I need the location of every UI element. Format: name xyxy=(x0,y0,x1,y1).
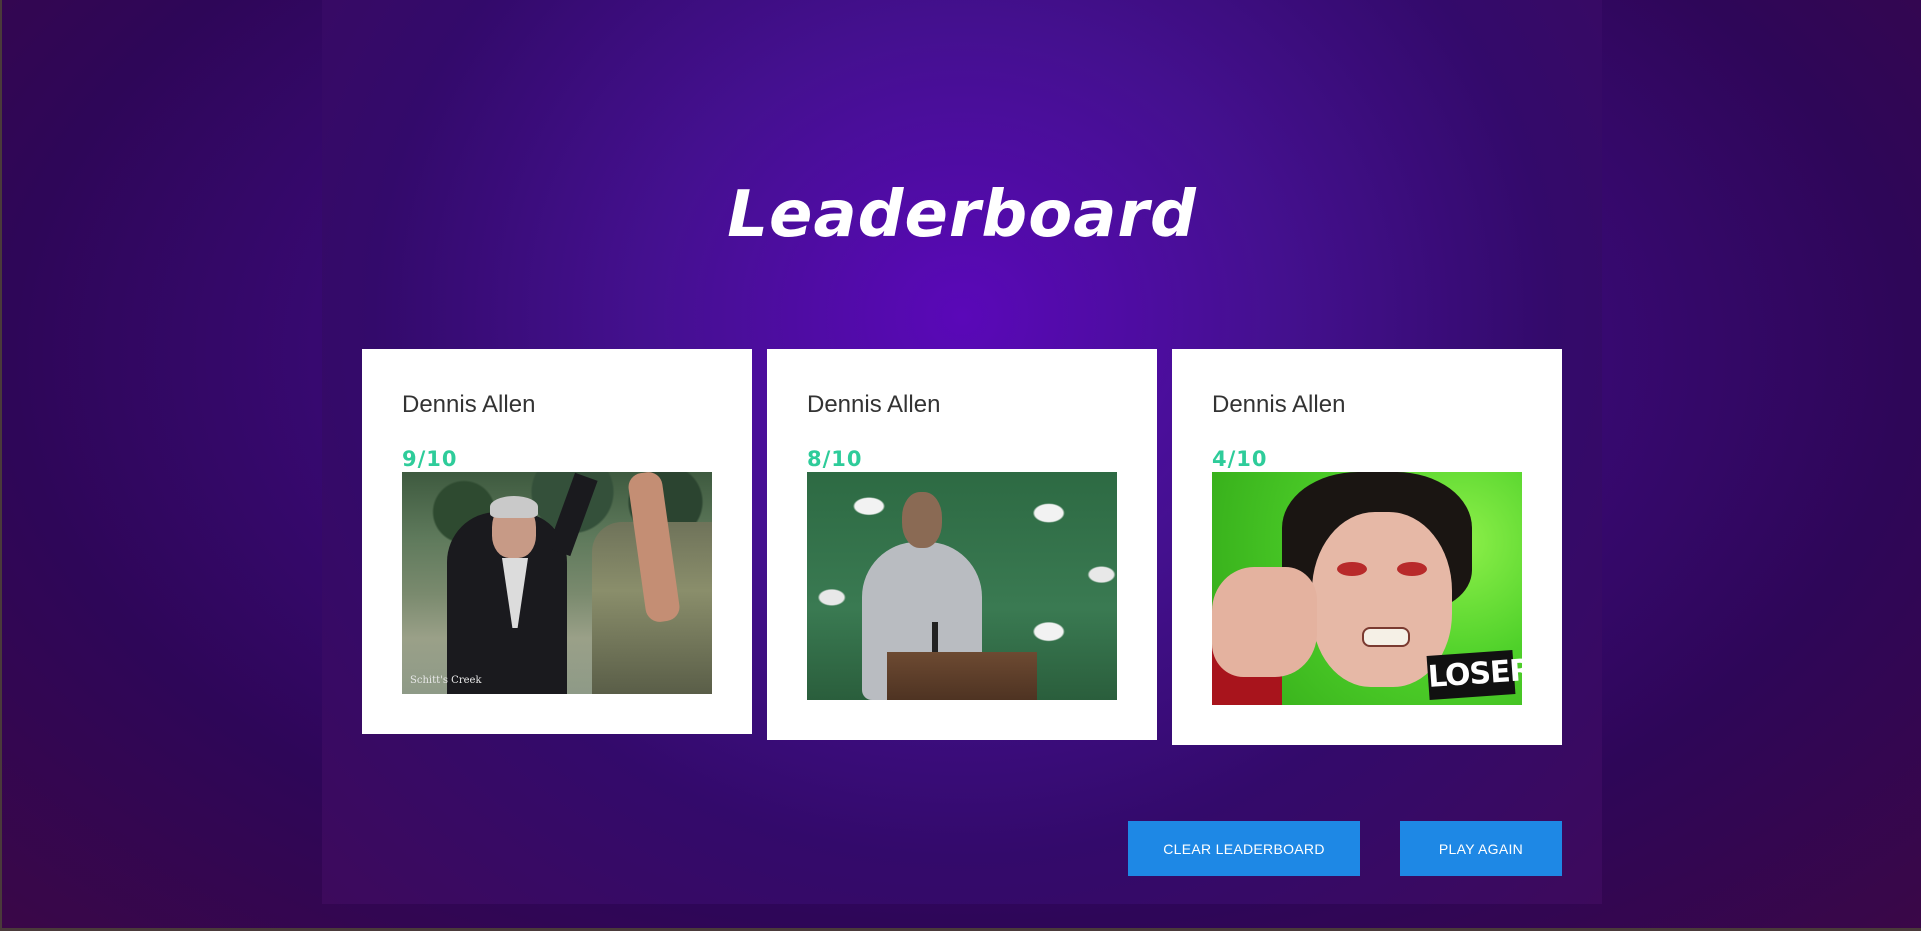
player-score: 4/10 xyxy=(1212,447,1268,471)
clear-leaderboard-button[interactable]: CLEAR LEADERBOARD xyxy=(1128,821,1360,876)
leaderboard-card: Dennis Allen 8/10 xyxy=(767,349,1157,740)
reaction-gif: Schitt's Creek xyxy=(402,472,712,694)
podium-image xyxy=(887,652,1037,700)
player-name: Dennis Allen xyxy=(1212,391,1346,418)
gif-watermark: Schitt's Creek xyxy=(410,675,482,686)
leaderboard-container: Leaderboard Dennis Allen 9/10 Schitt's C… xyxy=(322,0,1602,904)
player-score: 9/10 xyxy=(402,447,458,471)
reaction-gif xyxy=(807,472,1117,700)
player-name: Dennis Allen xyxy=(807,391,941,418)
leaderboard-card: Dennis Allen 9/10 Schitt's Creek xyxy=(362,349,752,734)
leaderboard-card: Dennis Allen 4/10 LOSER xyxy=(1172,349,1562,745)
hand-image xyxy=(1212,567,1317,677)
microphone-icon xyxy=(932,622,938,652)
play-again-button[interactable]: PLAY AGAIN xyxy=(1400,821,1562,876)
reaction-gif: LOSER xyxy=(1212,472,1522,705)
page-title: Leaderboard xyxy=(727,178,1197,252)
player-score: 8/10 xyxy=(807,447,863,471)
player-name: Dennis Allen xyxy=(402,391,536,418)
loser-sticker: LOSER xyxy=(1426,650,1522,700)
